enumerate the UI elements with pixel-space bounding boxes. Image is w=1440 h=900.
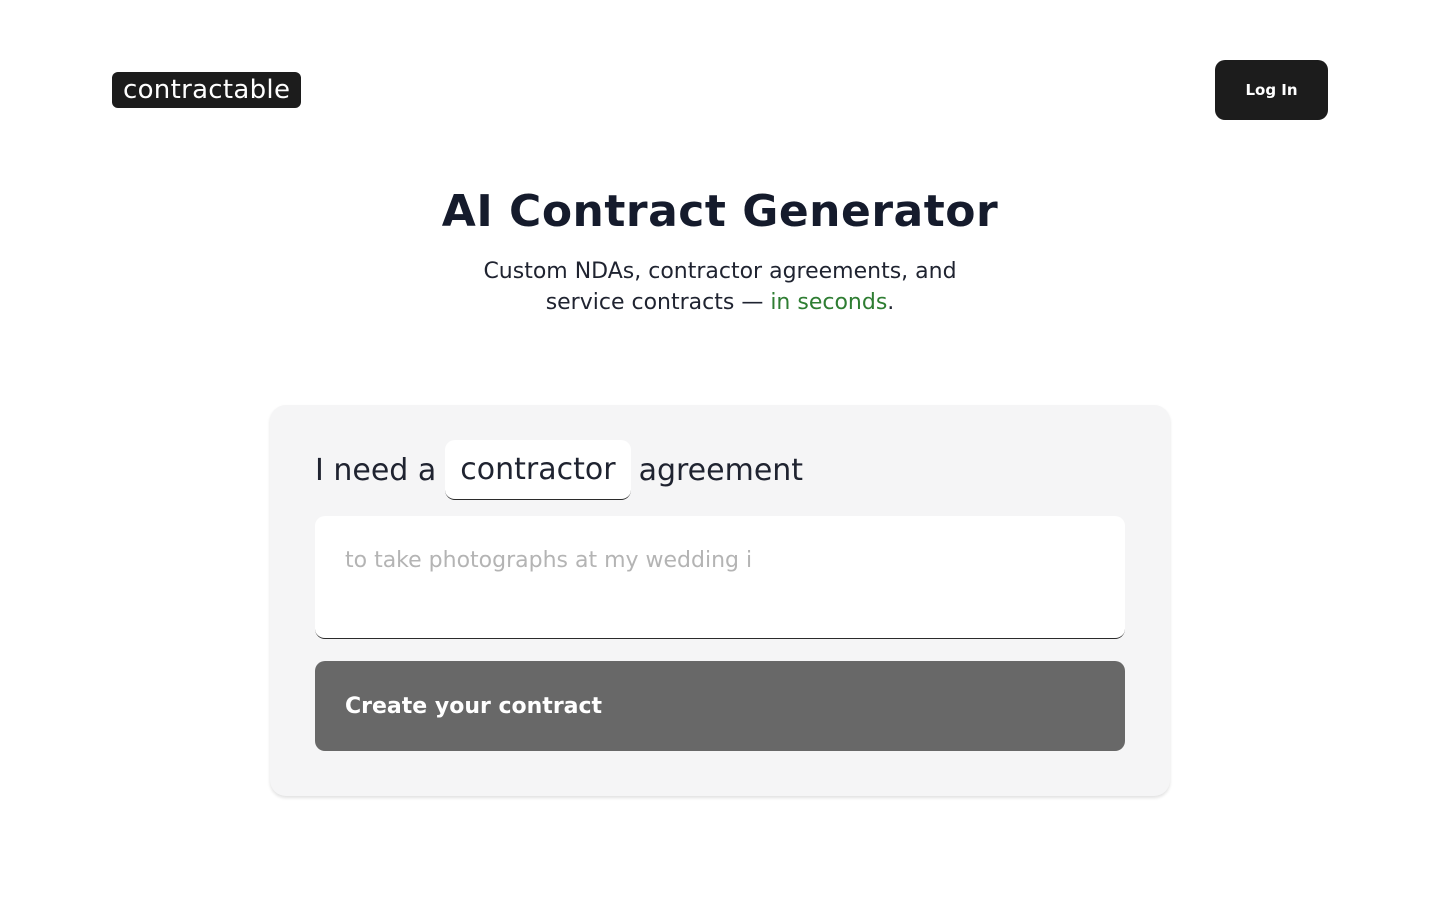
contract-details-input[interactable] xyxy=(315,516,1125,639)
login-button[interactable]: Log In xyxy=(1215,60,1328,120)
sentence-suffix: agreement xyxy=(638,452,804,488)
contract-form-card: I need a contractor agreement Create you… xyxy=(270,405,1170,796)
contract-type-sentence: I need a contractor agreement xyxy=(315,440,803,500)
page-title: AI Contract Generator xyxy=(441,186,999,237)
create-contract-button[interactable]: Create your contract xyxy=(315,661,1125,751)
subtitle-line2: service contracts — xyxy=(545,290,771,315)
page-subtitle: Custom NDAs, contractor agreements, and … xyxy=(420,256,1020,318)
subtitle-line1: Custom NDAs, contractor agreements, and xyxy=(483,259,957,284)
brand-logo[interactable]: contractable xyxy=(112,72,302,108)
contract-type-select[interactable]: contractor xyxy=(445,440,631,500)
subtitle-end: . xyxy=(887,290,895,315)
subtitle-accent: in seconds xyxy=(770,290,888,315)
site-header: contractable Log In xyxy=(0,0,1440,150)
sentence-prefix: I need a xyxy=(315,452,437,488)
